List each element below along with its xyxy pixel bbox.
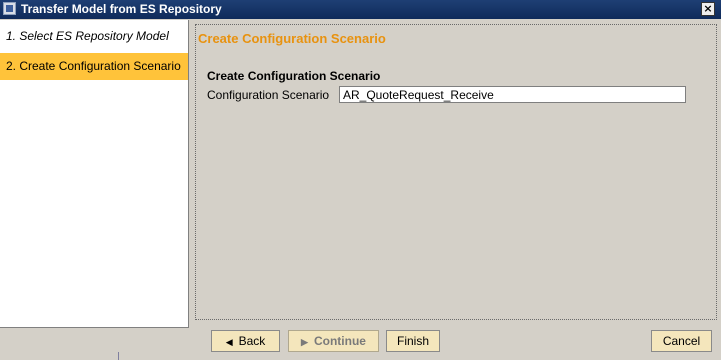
back-button[interactable]: ◀ Back	[211, 330, 280, 352]
configuration-scenario-label: Configuration Scenario	[207, 88, 330, 102]
content-area: Create Configuration Scenario Create Con…	[195, 24, 717, 320]
window-title-bar: Transfer Model from ES Repository ×	[0, 0, 721, 19]
wizard-steps-panel: 1. Select ES Repository Model 2. Create …	[0, 20, 189, 328]
arrow-left-icon: ◀	[225, 337, 233, 347]
button-bar: ◀ Back ▶ Continue Finish Cancel	[0, 327, 721, 360]
continue-button-label: Continue	[313, 334, 366, 348]
close-button[interactable]: ×	[701, 2, 715, 16]
arrow-right-icon: ▶	[301, 337, 308, 347]
back-button-label: Back	[238, 334, 266, 348]
finish-button[interactable]: Finish	[386, 330, 440, 352]
continue-button[interactable]: ▶ Continue	[288, 330, 379, 352]
step-select-es-repository-model[interactable]: 1. Select ES Repository Model	[0, 23, 188, 49]
app-icon	[3, 2, 16, 15]
section-title: Create Configuration Scenario	[198, 31, 386, 46]
group-title: Create Configuration Scenario	[207, 69, 381, 83]
step-create-configuration-scenario[interactable]: 2. Create Configuration Scenario	[0, 53, 188, 80]
cancel-button[interactable]: Cancel	[651, 330, 712, 352]
divider	[118, 352, 119, 360]
window-title: Transfer Model from ES Repository	[21, 2, 222, 16]
configuration-scenario-input[interactable]	[339, 86, 686, 103]
